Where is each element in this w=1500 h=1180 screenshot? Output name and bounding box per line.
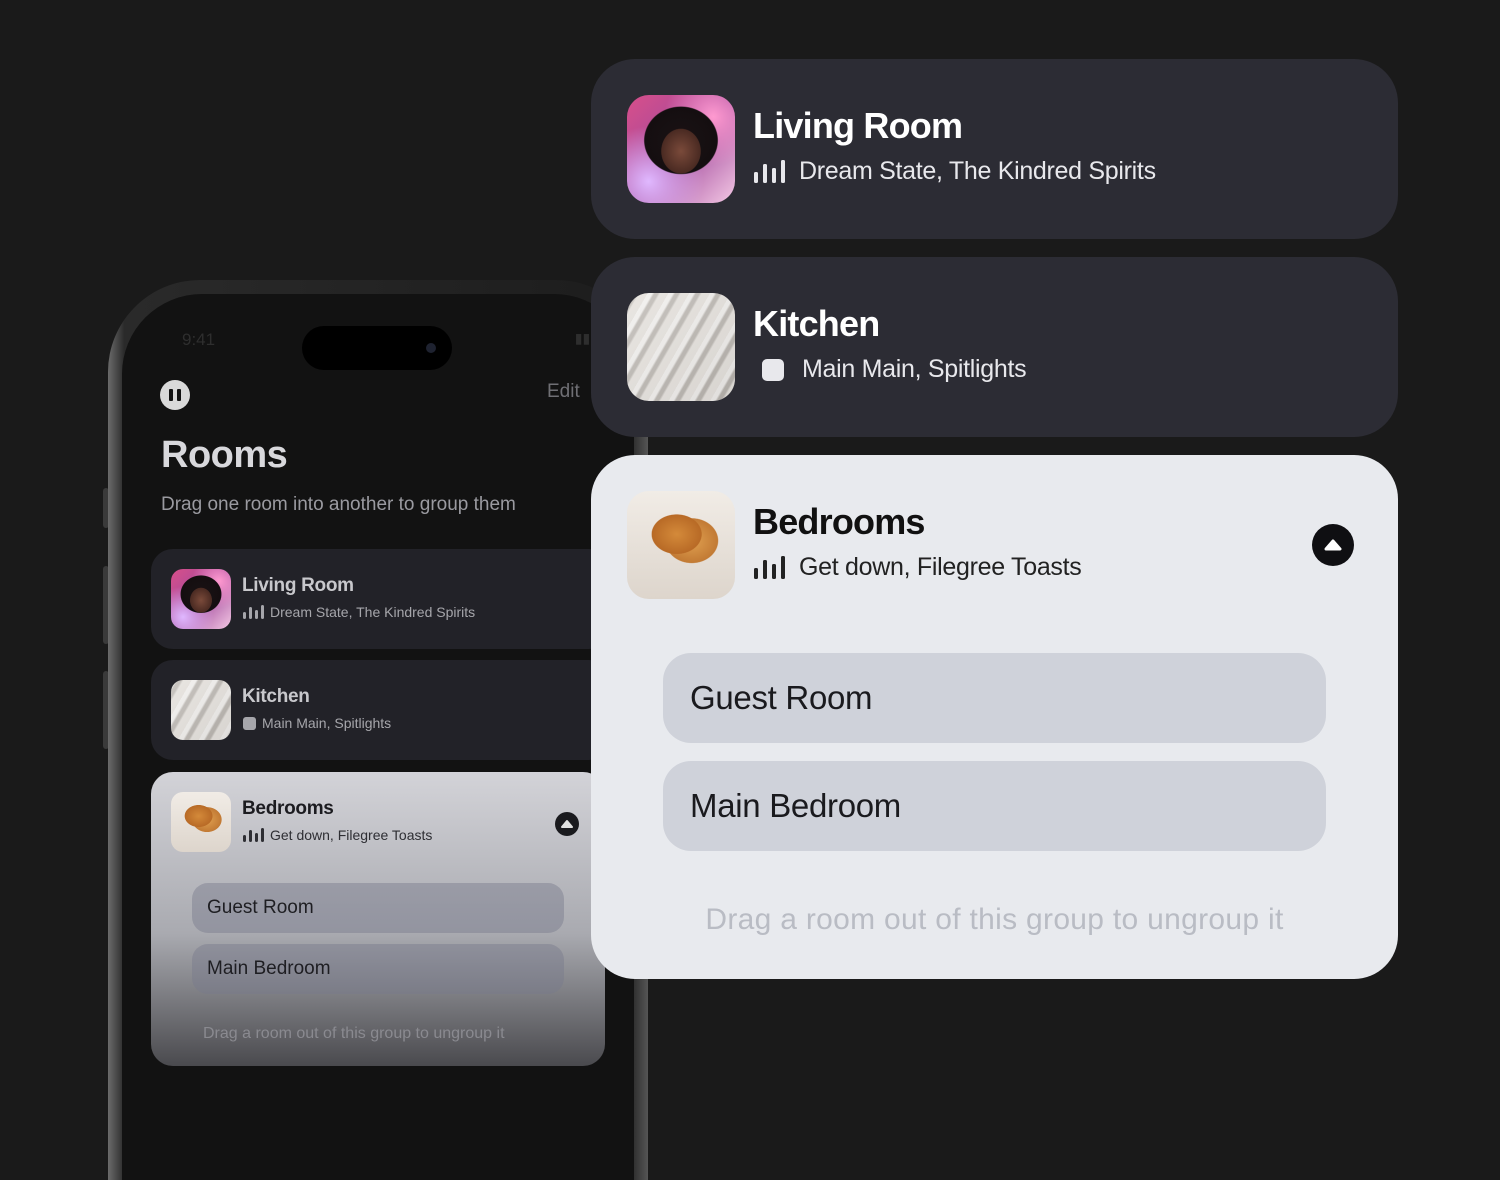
page-title: Rooms xyxy=(161,434,288,476)
page-subtitle: Drag one room into another to group them xyxy=(161,494,516,515)
now-playing: Get down, Filegree Toasts xyxy=(754,553,1082,582)
group-member-guest-room[interactable]: Guest Room xyxy=(192,883,564,933)
phone-screen: 9:41 ▮▮▮ ◠ Edit Rooms Drag one room into… xyxy=(122,294,634,1180)
room-name: Kitchen xyxy=(753,303,880,344)
album-art-image xyxy=(171,792,231,852)
stop-icon xyxy=(243,716,256,730)
status-time: 9:41 xyxy=(182,330,216,349)
room-name: Living Room xyxy=(753,105,963,146)
pause-all-button[interactable] xyxy=(160,380,190,410)
room-card-kitchen-large[interactable]: Kitchen Main Main, Spitlights xyxy=(591,257,1398,437)
room-name: Bedrooms xyxy=(242,798,334,819)
phone-frame: 9:41 ▮▮▮ ◠ Edit Rooms Drag one room into… xyxy=(108,280,648,1180)
now-playing: Dream State, The Kindred Spirits xyxy=(754,157,1156,186)
room-group-bedrooms-large[interactable]: Bedrooms Get down, Filegree Toasts Guest… xyxy=(591,455,1398,979)
room-card-kitchen[interactable]: Kitchen Main Main, Spitlights xyxy=(151,660,611,760)
now-playing: Main Main, Spitlights xyxy=(754,355,1027,384)
edit-button[interactable]: Edit xyxy=(547,381,580,403)
room-card-living-room[interactable]: Living Room Dream State, The Kindred Spi… xyxy=(151,549,611,649)
group-member-guest-room[interactable]: Guest Room xyxy=(663,653,1326,743)
pause-icon xyxy=(169,389,173,401)
ungroup-hint: Drag a room out of this group to ungroup… xyxy=(705,903,1284,936)
collapse-group-button[interactable] xyxy=(1312,524,1354,566)
now-playing: Get down, Filegree Toasts xyxy=(243,827,432,843)
now-playing-text: Main Main, Spitlights xyxy=(802,355,1027,383)
chevron-up-icon xyxy=(1324,539,1342,551)
room-group-bedrooms[interactable]: Bedrooms Get down, Filegree Toasts Guest… xyxy=(151,772,605,1066)
album-art-image xyxy=(627,95,735,203)
collapse-group-button[interactable] xyxy=(555,812,579,836)
album-art-image xyxy=(627,293,735,401)
ungroup-hint: Drag a room out of this group to ungroup… xyxy=(203,1025,505,1042)
equalizer-bars-icon xyxy=(243,605,264,619)
group-member-main-bedroom[interactable]: Main Bedroom xyxy=(663,761,1326,851)
room-card-living-room-large[interactable]: Living Room Dream State, The Kindred Spi… xyxy=(591,59,1398,239)
equalizer-bars-icon xyxy=(243,828,264,842)
now-playing-text: Dream State, The Kindred Spirits xyxy=(270,604,476,620)
now-playing: Main Main, Spitlights xyxy=(243,715,391,731)
now-playing: Dream State, The Kindred Spirits xyxy=(243,604,475,620)
now-playing-text: Get down, Filegree Toasts xyxy=(270,827,433,843)
room-name: Kitchen xyxy=(242,686,310,707)
now-playing-text: Main Main, Spitlights xyxy=(262,715,392,731)
stop-icon xyxy=(762,358,784,381)
room-name: Living Room xyxy=(242,575,354,596)
pause-icon-bar xyxy=(177,389,181,401)
album-art-image xyxy=(171,569,231,629)
camera-icon xyxy=(426,343,436,353)
album-art-image xyxy=(627,491,735,599)
dynamic-island xyxy=(302,326,452,370)
now-playing-text: Get down, Filegree Toasts xyxy=(799,553,1082,581)
group-member-main-bedroom[interactable]: Main Bedroom xyxy=(192,944,564,994)
equalizer-bars-icon xyxy=(754,556,785,579)
album-art-image xyxy=(171,680,231,740)
now-playing-text: Dream State, The Kindred Spirits xyxy=(799,157,1156,185)
equalizer-bars-icon xyxy=(754,160,785,183)
room-name: Bedrooms xyxy=(753,501,925,542)
chevron-up-icon xyxy=(561,820,573,828)
